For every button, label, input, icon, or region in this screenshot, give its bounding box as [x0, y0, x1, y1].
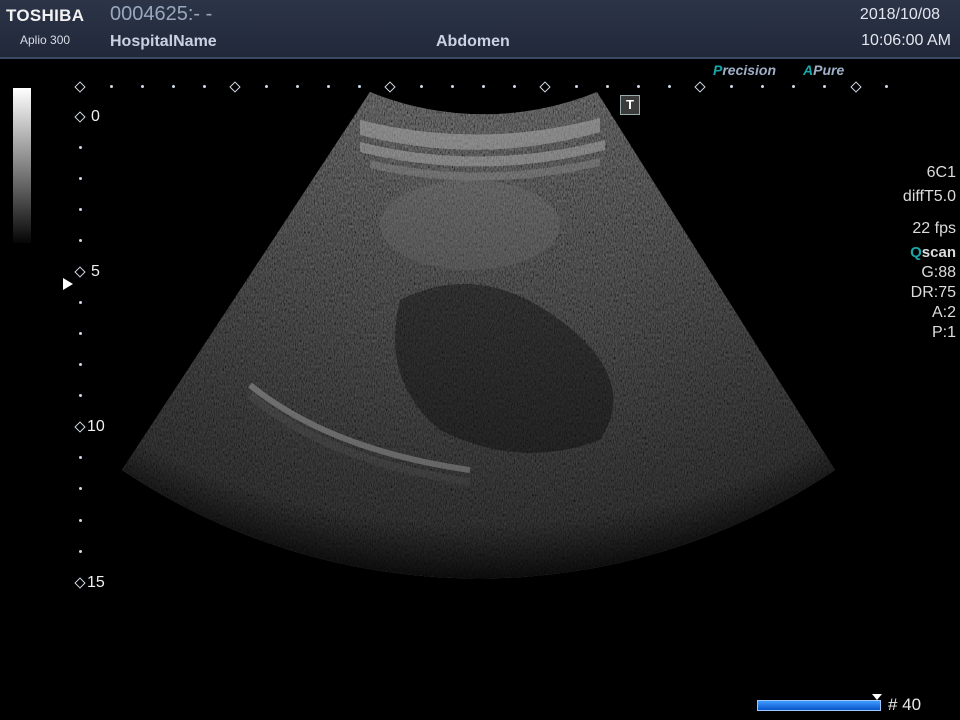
- scale-minor-mark: [730, 85, 733, 88]
- cine-progress-bar[interactable]: [757, 700, 881, 711]
- cine-position-marker-icon[interactable]: [872, 694, 882, 700]
- scale-minor-mark: [172, 85, 175, 88]
- scale-minor-mark: [575, 85, 578, 88]
- scale-minor-mark: [482, 85, 485, 88]
- depth-label: 10: [87, 418, 105, 435]
- frame-rate: 22 fps: [912, 220, 956, 237]
- depth-minor-mark: [79, 519, 82, 522]
- a-value: A:2: [931, 304, 956, 321]
- depth-minor-mark: [79, 456, 82, 459]
- scale-minor-mark: [203, 85, 206, 88]
- depth-minor-mark: [79, 394, 82, 397]
- p-value: P:1: [931, 324, 956, 341]
- precision-mode-label: Precision: [713, 62, 777, 78]
- focus-marker-icon[interactable]: [63, 278, 73, 290]
- depth-minor-mark: [79, 177, 82, 180]
- scale-minor-mark: [823, 85, 826, 88]
- depth-label: 15: [87, 574, 105, 591]
- depth-minor-mark: [79, 332, 82, 335]
- scale-minor-mark: [420, 85, 423, 88]
- ultrasound-image: [122, 92, 835, 579]
- scale-minor-mark: [668, 85, 671, 88]
- depth-minor-mark: [79, 208, 82, 211]
- scale-minor-mark: [296, 85, 299, 88]
- gain-value: G:88: [921, 264, 956, 281]
- scale-minor-mark: [265, 85, 268, 88]
- probe-name: 6C1: [926, 164, 956, 181]
- imaging-parameters: 6C1 diffT5.0 22 fps Qscan G:88 DR:75 A:2…: [866, 163, 956, 343]
- depth-minor-mark: [79, 301, 82, 304]
- scale-minor-mark: [792, 85, 795, 88]
- scale-minor-mark: [637, 85, 640, 88]
- scale-minor-mark: [110, 85, 113, 88]
- depth-minor-mark: [79, 363, 82, 366]
- depth-minor-mark: [79, 146, 82, 149]
- depth-label: 5: [91, 263, 100, 280]
- grayscale-bar: [13, 88, 31, 243]
- scale-minor-mark: [513, 85, 516, 88]
- cine-frame-number: # 40: [888, 695, 922, 714]
- depth-minor-mark: [79, 487, 82, 490]
- depth-minor-mark: [79, 550, 82, 553]
- depth-label: 0: [91, 108, 100, 125]
- scale-minor-mark: [885, 85, 888, 88]
- apure-mode-label: APure: [803, 62, 845, 78]
- dynamic-range-value: DR:75: [910, 284, 956, 301]
- scale-minor-mark: [451, 85, 454, 88]
- qscan-label: Qscan: [910, 244, 956, 261]
- scale-minor-mark: [761, 85, 764, 88]
- scale-minor-mark: [606, 85, 609, 88]
- harmonic-mode: diffT5.0: [902, 188, 956, 205]
- scale-minor-mark: [358, 85, 361, 88]
- scale-minor-mark: [141, 85, 144, 88]
- transducer-orientation-icon: T: [620, 95, 640, 115]
- depth-minor-mark: [79, 239, 82, 242]
- scale-minor-mark: [327, 85, 330, 88]
